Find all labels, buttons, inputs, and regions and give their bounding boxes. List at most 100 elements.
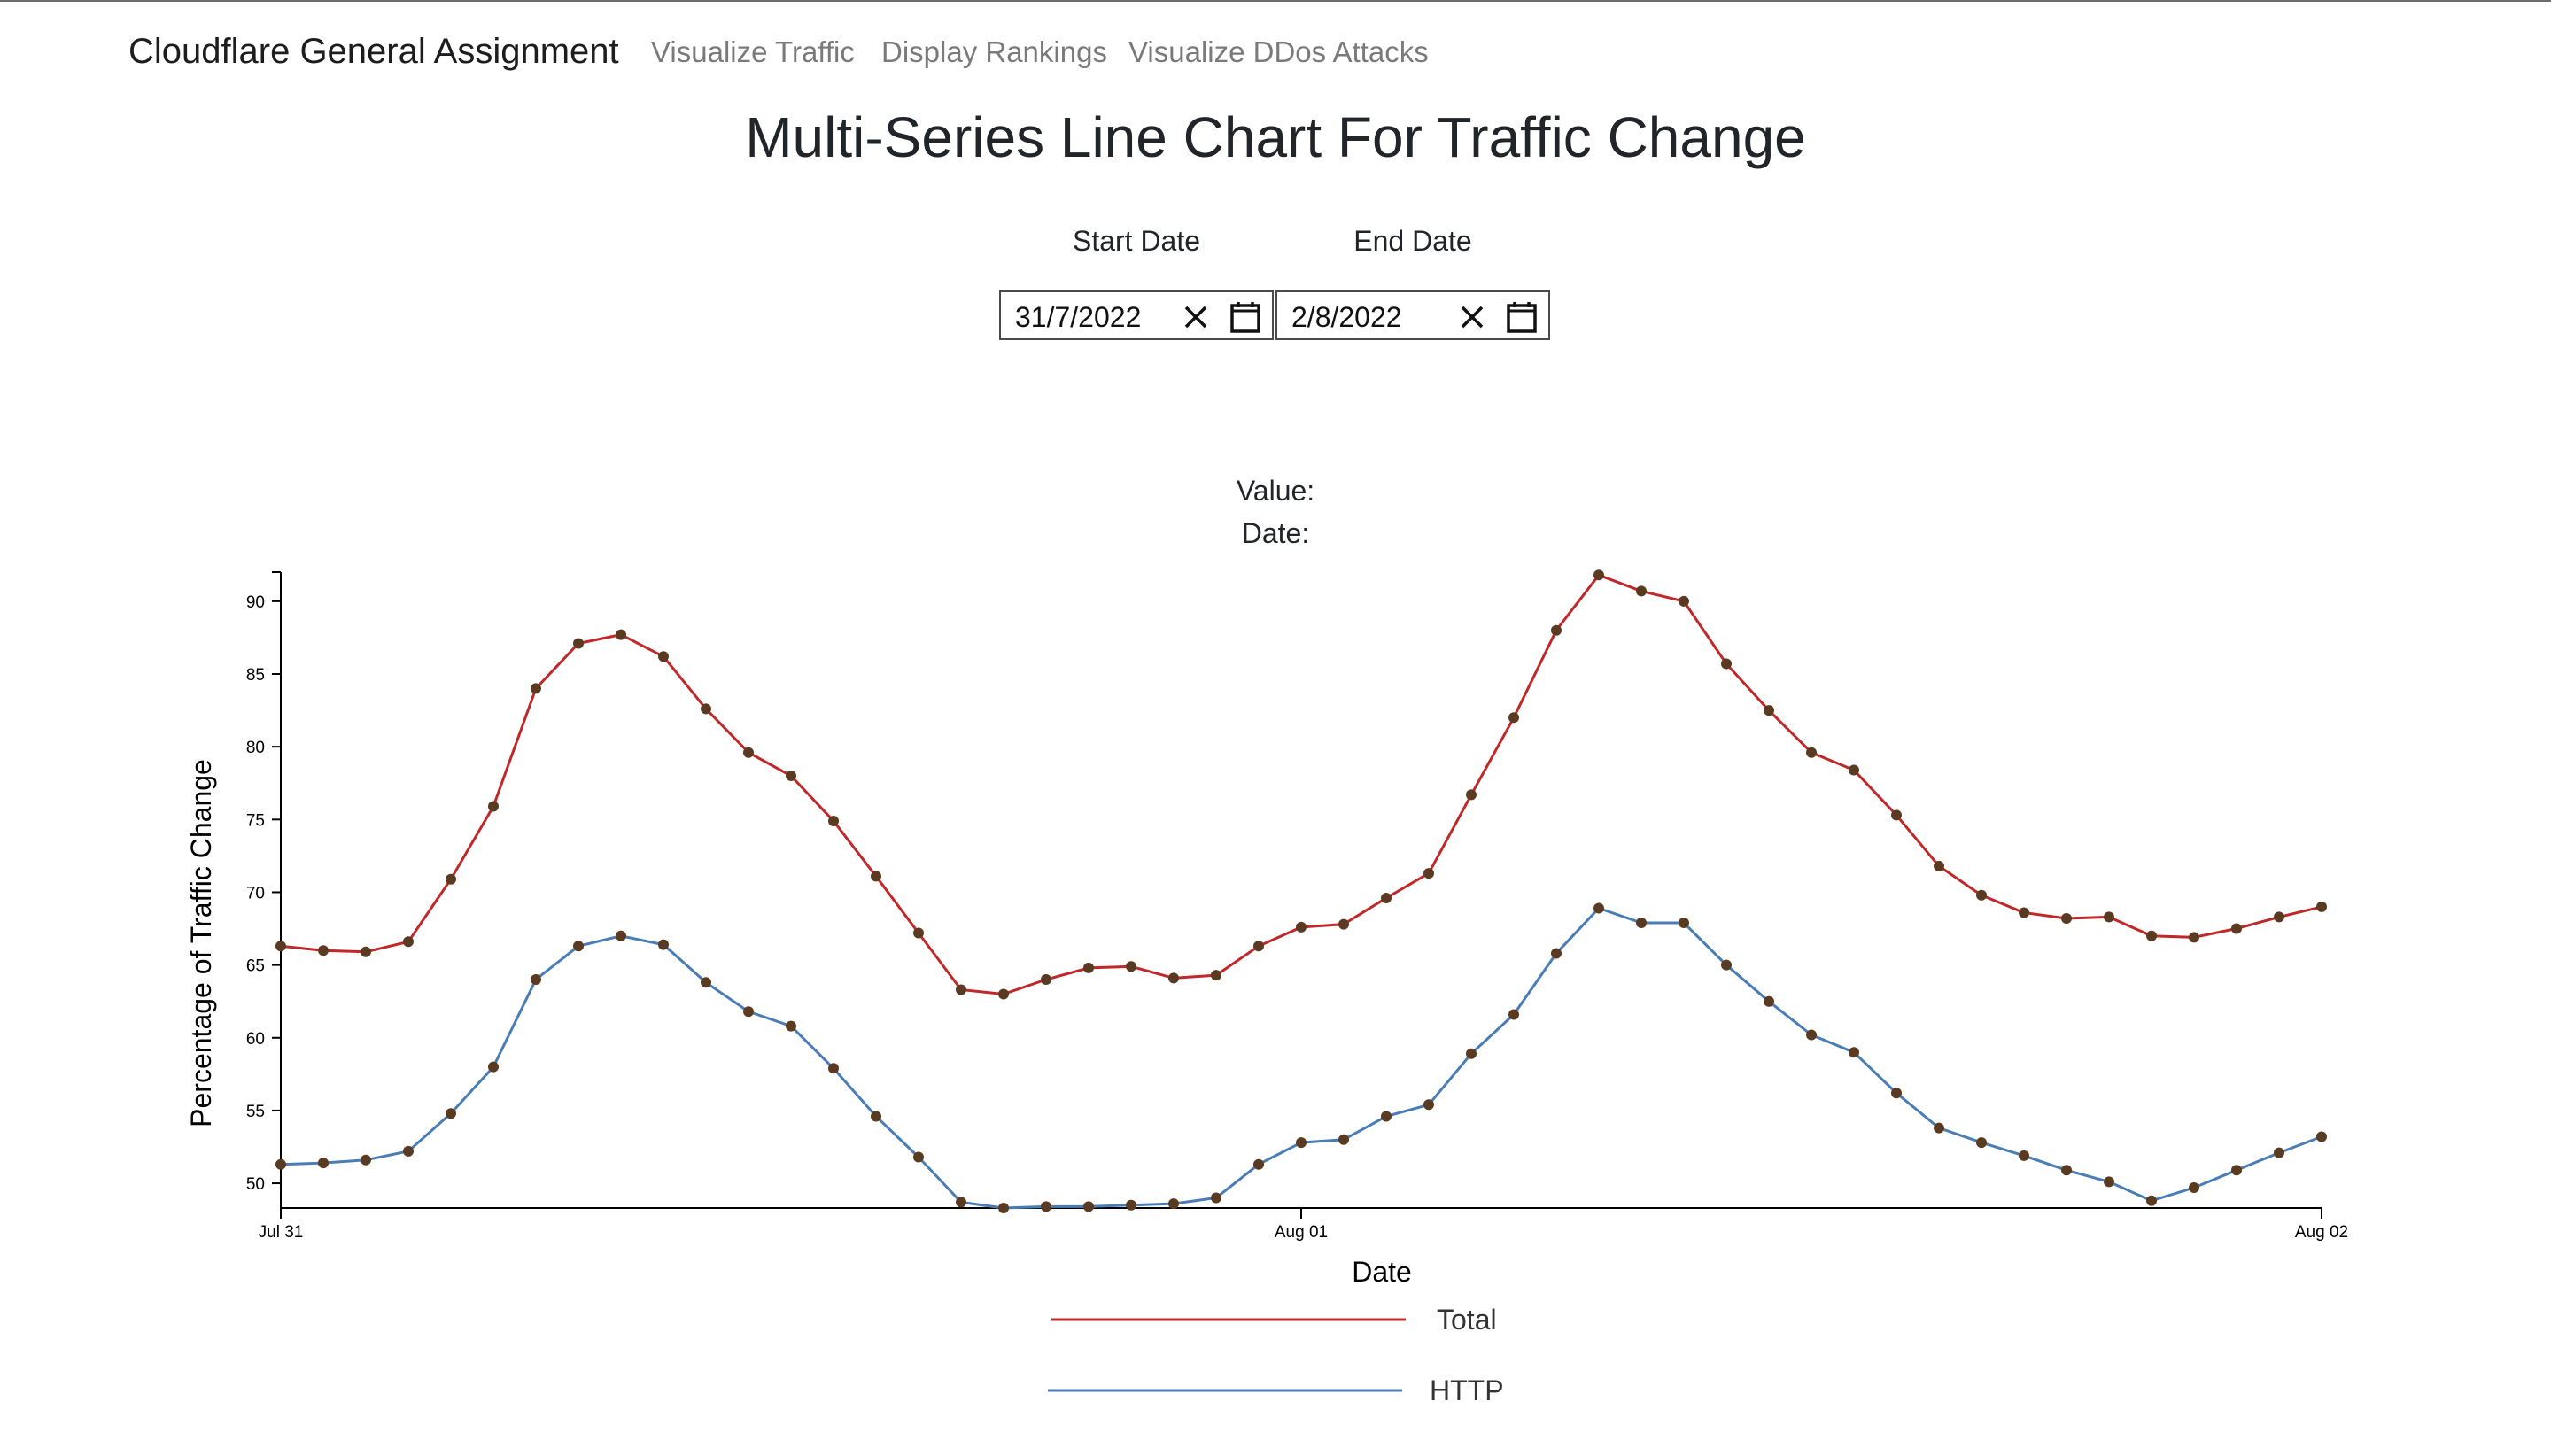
chart-axes: 50 55 60 65 70 75 80 85 90 Jul 31 Aug 01 Aug 02 Date…: [185, 571, 2348, 1288]
data-point-http: [913, 1151, 924, 1163]
x-tick-label: Jul 31: [259, 1223, 304, 1242]
legend-label-http: HTTP: [1430, 1375, 1504, 1406]
data-point-http: [2019, 1150, 2029, 1161]
series-line-http: [280, 906, 2322, 1210]
y-axis-label: Percentage of Traffic Change: [185, 759, 217, 1127]
data-point-total: [1508, 712, 1519, 724]
data-point-total: [531, 683, 541, 694]
data-point-total: [1679, 595, 1689, 607]
data-point-http: [1891, 1088, 1902, 1099]
y-tick-label: 85: [246, 666, 265, 685]
data-point-http: [1083, 1201, 1094, 1212]
data-point-total: [2316, 901, 2327, 912]
data-point-total: [446, 873, 456, 885]
data-point-total: [2019, 907, 2029, 918]
y-tick-label: 70: [246, 884, 265, 902]
data-point-total: [1976, 889, 1987, 901]
data-point-http: [1806, 1029, 1817, 1041]
data-point-total: [1849, 764, 1859, 776]
data-point-total: [743, 747, 754, 758]
data-point-total: [1041, 974, 1051, 985]
data-point-http: [1466, 1048, 1477, 1059]
data-point-http: [1636, 918, 1647, 928]
data-point-http: [2231, 1165, 2242, 1176]
data-point-total: [1593, 569, 1604, 581]
data-point-total: [1806, 747, 1817, 758]
chart-data-points: [275, 569, 2327, 1213]
data-point-http: [446, 1108, 456, 1119]
data-point-http: [998, 1203, 1009, 1213]
data-point-http: [1168, 1198, 1179, 1210]
data-point-total: [1296, 921, 1307, 933]
data-point-total: [2189, 932, 2199, 943]
data-point-total: [2146, 930, 2157, 941]
data-point-total: [573, 638, 584, 649]
data-point-http: [701, 977, 711, 988]
data-point-http: [1508, 1009, 1519, 1020]
y-tick-label: 60: [246, 1030, 265, 1049]
data-point-total: [403, 936, 414, 948]
y-tick-label: 55: [246, 1103, 265, 1121]
data-point-http: [1849, 1047, 1859, 1058]
chart-series-lines: [280, 573, 2322, 1210]
data-point-total: [1381, 893, 1392, 903]
data-point-total: [2061, 913, 2072, 924]
y-tick-label: 65: [246, 957, 265, 976]
data-point-http: [2104, 1176, 2114, 1188]
data-point-total: [1211, 970, 1221, 981]
data-point-http: [1211, 1192, 1221, 1204]
data-point-http: [828, 1063, 839, 1074]
data-point-total: [828, 816, 839, 826]
data-point-http: [2189, 1182, 2199, 1193]
data-point-total: [998, 988, 1009, 1000]
data-point-http: [1721, 959, 1732, 971]
data-point-http: [318, 1158, 329, 1169]
data-point-total: [871, 871, 881, 882]
data-point-http: [2316, 1131, 2327, 1142]
data-point-total: [1126, 961, 1136, 972]
data-point-total: [1551, 624, 1562, 636]
data-point-http: [1126, 1199, 1136, 1211]
data-point-http: [1764, 995, 1774, 1007]
data-point-total: [786, 771, 796, 781]
data-point-http: [488, 1061, 499, 1073]
data-point-total: [1338, 918, 1349, 930]
data-point-http: [275, 1158, 286, 1170]
data-point-total: [318, 945, 329, 956]
data-point-http: [658, 939, 669, 950]
x-tick-label: Aug 01: [1275, 1223, 1328, 1242]
data-point-http: [1551, 948, 1562, 959]
data-point-http: [1338, 1134, 1349, 1145]
data-point-total: [1466, 789, 1477, 801]
data-point-total: [1423, 868, 1434, 879]
data-point-http: [573, 941, 584, 952]
data-point-http: [1381, 1111, 1392, 1122]
data-point-http: [1679, 918, 1689, 928]
data-point-http: [1593, 902, 1604, 914]
data-point-http: [616, 930, 626, 941]
data-point-total: [1083, 962, 1094, 973]
data-point-total: [2274, 911, 2284, 923]
data-point-http: [786, 1020, 796, 1032]
data-point-http: [1253, 1158, 1264, 1170]
data-point-http: [2061, 1165, 2072, 1176]
legend-label-total: Total: [1437, 1304, 1497, 1336]
data-point-total: [275, 941, 286, 952]
data-point-http: [871, 1111, 881, 1122]
y-tick-label: 75: [246, 811, 265, 830]
data-point-total: [913, 927, 924, 939]
data-point-total: [1764, 705, 1774, 716]
data-point-http: [1041, 1201, 1051, 1212]
x-axis-label: Date: [1352, 1256, 1412, 1288]
data-point-http: [743, 1006, 754, 1018]
data-point-total: [956, 984, 966, 995]
data-point-total: [701, 703, 711, 715]
y-tick-label: 90: [246, 593, 265, 612]
y-tick-label: 50: [246, 1175, 265, 1194]
data-point-total: [488, 801, 499, 812]
x-tick-label: Aug 02: [2295, 1223, 2348, 1242]
data-point-http: [403, 1145, 414, 1157]
data-point-total: [2104, 911, 2114, 923]
data-point-http: [956, 1197, 966, 1208]
data-point-http: [1976, 1137, 1987, 1149]
